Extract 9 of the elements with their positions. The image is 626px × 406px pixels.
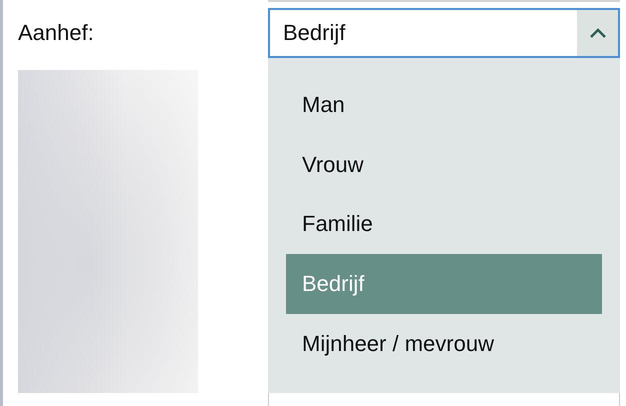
- option-item[interactable]: Bedrijf: [286, 254, 602, 314]
- option-item[interactable]: Vrouw: [286, 134, 602, 195]
- dropdown-toggle[interactable]: [577, 10, 618, 56]
- salutation-dropdown[interactable]: Bedrijf: [268, 8, 620, 58]
- option-item[interactable]: Man: [286, 75, 602, 135]
- field-label: Aanhef:: [18, 19, 95, 47]
- chevron-icon: [590, 28, 606, 38]
- option-item[interactable]: Mijnheer / mevrouw: [286, 314, 602, 374]
- option-item[interactable]: Familie: [286, 194, 602, 254]
